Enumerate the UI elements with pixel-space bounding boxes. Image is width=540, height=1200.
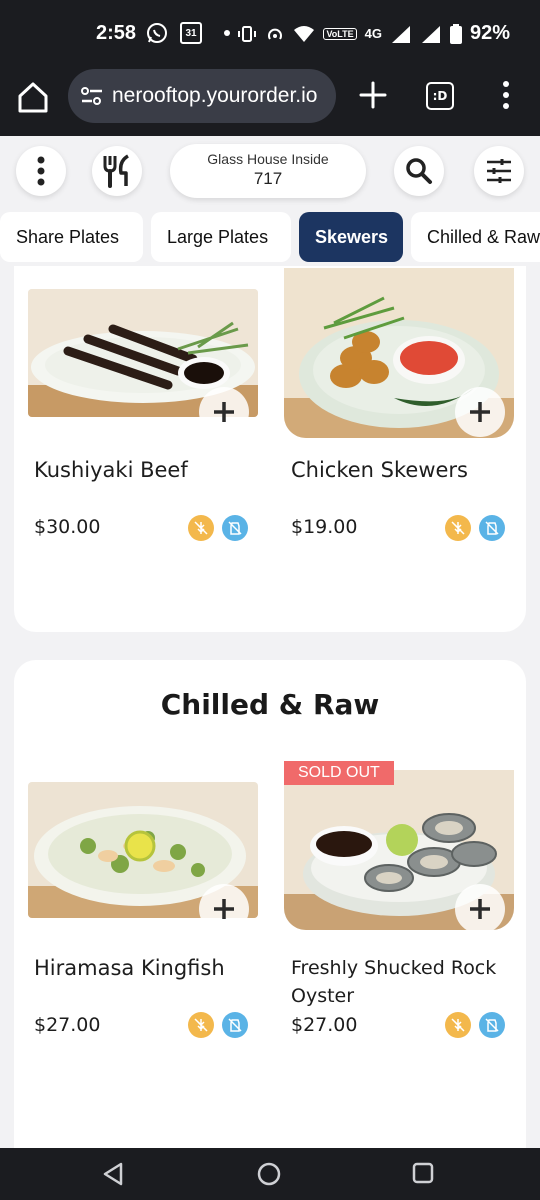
plus-icon — [214, 402, 234, 422]
dairy-free-icon — [222, 1012, 248, 1038]
back-icon[interactable] — [102, 1162, 124, 1186]
item-price: $19.00 — [291, 516, 358, 538]
dairy-free-icon — [479, 515, 505, 541]
browser-toolbar: nerooftop.yourorder.io :D — [0, 66, 540, 136]
item-price: $30.00 — [34, 516, 101, 538]
item-name[interactable]: Chicken Skewers — [291, 456, 468, 484]
more-menu-icon[interactable] — [496, 78, 516, 112]
home-icon[interactable] — [16, 80, 50, 114]
item-name[interactable]: Kushiyaki Beef — [34, 456, 188, 484]
table-location: Glass House Inside — [207, 151, 329, 167]
calendar-icon: 31 — [180, 22, 202, 44]
dot-icon — [224, 30, 230, 36]
skewers-section: Kushiyaki Beef $30.00 Chicken Skewers $1… — [14, 266, 526, 632]
filter-sliders-icon — [487, 159, 511, 183]
plus-icon — [470, 402, 490, 422]
battery-percent: 92% — [469, 22, 510, 44]
kebab-menu-icon — [37, 156, 45, 186]
tab-large-plates[interactable]: Large Plates — [151, 212, 291, 262]
table-selector[interactable]: Glass House Inside 717 — [170, 144, 366, 198]
filter-button[interactable] — [474, 146, 524, 196]
status-time: 2:58 — [96, 22, 137, 44]
search-icon — [406, 158, 432, 184]
sold-out-badge: SOLD OUT — [284, 761, 394, 785]
site-settings-icon[interactable] — [80, 85, 104, 107]
chilled-raw-section: Chilled & Raw Hiramasa Kingfish $27.00 S… — [14, 660, 526, 1148]
system-nav-bar — [0, 1148, 540, 1200]
menu-categories-button[interactable] — [92, 146, 142, 196]
battery-icon — [449, 23, 462, 44]
address-bar[interactable]: nerooftop.yourorder.io — [68, 69, 336, 123]
app-header: Glass House Inside 717 — [0, 136, 540, 206]
volte-icon: VoLTE — [323, 27, 357, 40]
search-button[interactable] — [394, 146, 444, 196]
item-name[interactable]: Hiramasa Kingfish — [34, 954, 225, 982]
add-to-cart-button[interactable] — [199, 387, 249, 437]
network-type: 4G — [364, 26, 382, 41]
menu-button[interactable] — [16, 146, 66, 196]
url-text: nerooftop.yourorder.io — [112, 84, 318, 107]
signal-icon — [391, 25, 410, 43]
section-title: Chilled & Raw — [160, 688, 380, 721]
utensils-icon — [103, 154, 129, 188]
status-notification-icons: 31 — [146, 22, 230, 44]
status-bar: 2:58 31 VoLTE 4G 92% — [0, 0, 540, 66]
table-number: 717 — [253, 169, 283, 188]
new-tab-icon[interactable] — [356, 78, 390, 112]
recents-icon[interactable] — [412, 1162, 434, 1184]
home-nav-icon[interactable] — [256, 1161, 282, 1187]
vibrate-icon — [238, 25, 257, 42]
wifi-icon — [294, 25, 315, 42]
hotspot-icon — [268, 28, 283, 40]
whatsapp-icon — [147, 23, 167, 43]
status-system-icons: VoLTE 4G 92% — [237, 22, 510, 45]
tab-chilled-raw[interactable]: Chilled & Raw — [411, 212, 540, 262]
signal-2-icon — [421, 25, 440, 43]
add-to-cart-button[interactable] — [455, 884, 505, 934]
dairy-free-icon — [222, 515, 248, 541]
item-price: $27.00 — [291, 1014, 358, 1036]
tab-skewers[interactable]: Skewers — [299, 212, 403, 262]
gluten-free-icon — [188, 1012, 214, 1038]
add-to-cart-button[interactable] — [455, 387, 505, 437]
gluten-free-icon — [445, 1012, 471, 1038]
gluten-free-icon — [445, 515, 471, 541]
plus-icon — [214, 899, 234, 919]
item-name[interactable]: Freshly Shucked Rock Oyster — [291, 954, 515, 1010]
tab-share-plates[interactable]: Share Plates — [0, 212, 143, 262]
tab-switcher-button[interactable]: :D — [426, 82, 454, 110]
gluten-free-icon — [188, 515, 214, 541]
add-to-cart-button[interactable] — [199, 884, 249, 934]
plus-icon — [470, 899, 490, 919]
dairy-free-icon — [479, 1012, 505, 1038]
category-tabs: Share Plates Large Plates Skewers Chille… — [0, 212, 540, 264]
item-price: $27.00 — [34, 1014, 101, 1036]
